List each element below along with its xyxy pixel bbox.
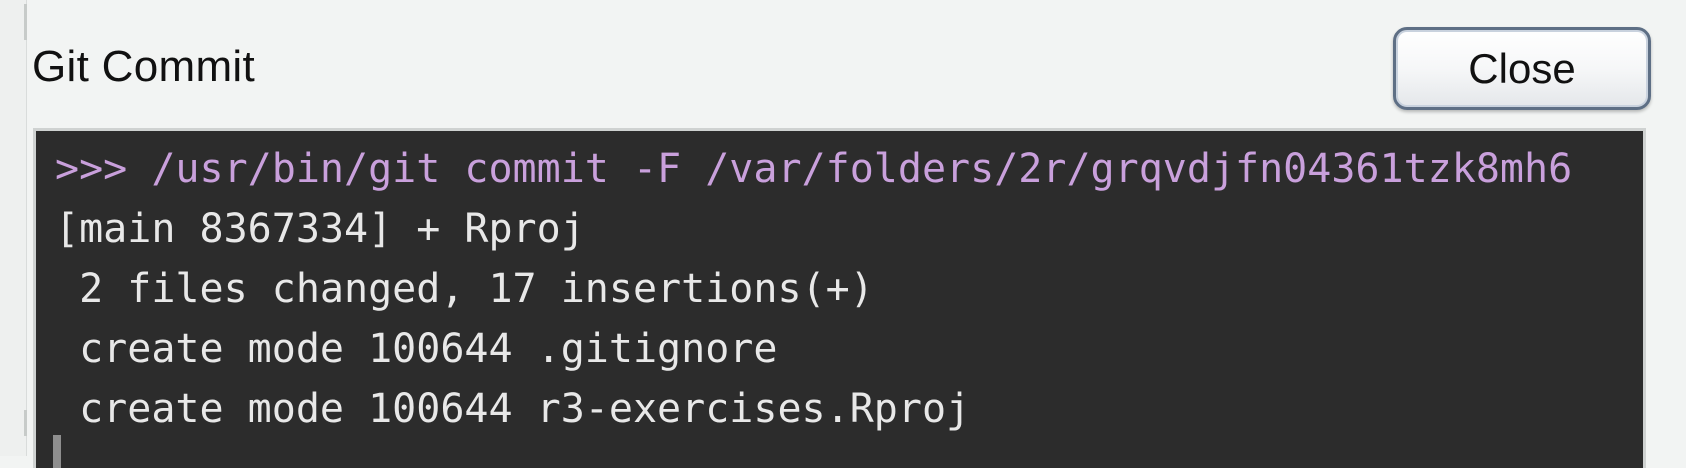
console-output-line: create mode 100644 r3-exercises.Rproj <box>55 386 971 432</box>
console-text: >>> /usr/bin/git commit -F /var/folders/… <box>55 139 1572 439</box>
window-left-edge <box>0 0 27 456</box>
dialog-title: Git Commit <box>32 42 255 91</box>
console-output-panel[interactable]: >>> /usr/bin/git commit -F /var/folders/… <box>33 128 1646 468</box>
edge-tick <box>24 4 27 40</box>
edge-tick <box>24 410 27 436</box>
console-command-line: >>> /usr/bin/git commit -F /var/folders/… <box>55 146 1573 192</box>
console-output-line: 2 files changed, 17 insertions(+) <box>55 266 874 312</box>
text-caret <box>53 435 61 468</box>
console-output-line: create mode 100644 .gitignore <box>55 326 778 372</box>
close-button[interactable]: Close <box>1393 27 1651 110</box>
console-output-line: [main 8367334] + Rproj <box>55 206 585 252</box>
